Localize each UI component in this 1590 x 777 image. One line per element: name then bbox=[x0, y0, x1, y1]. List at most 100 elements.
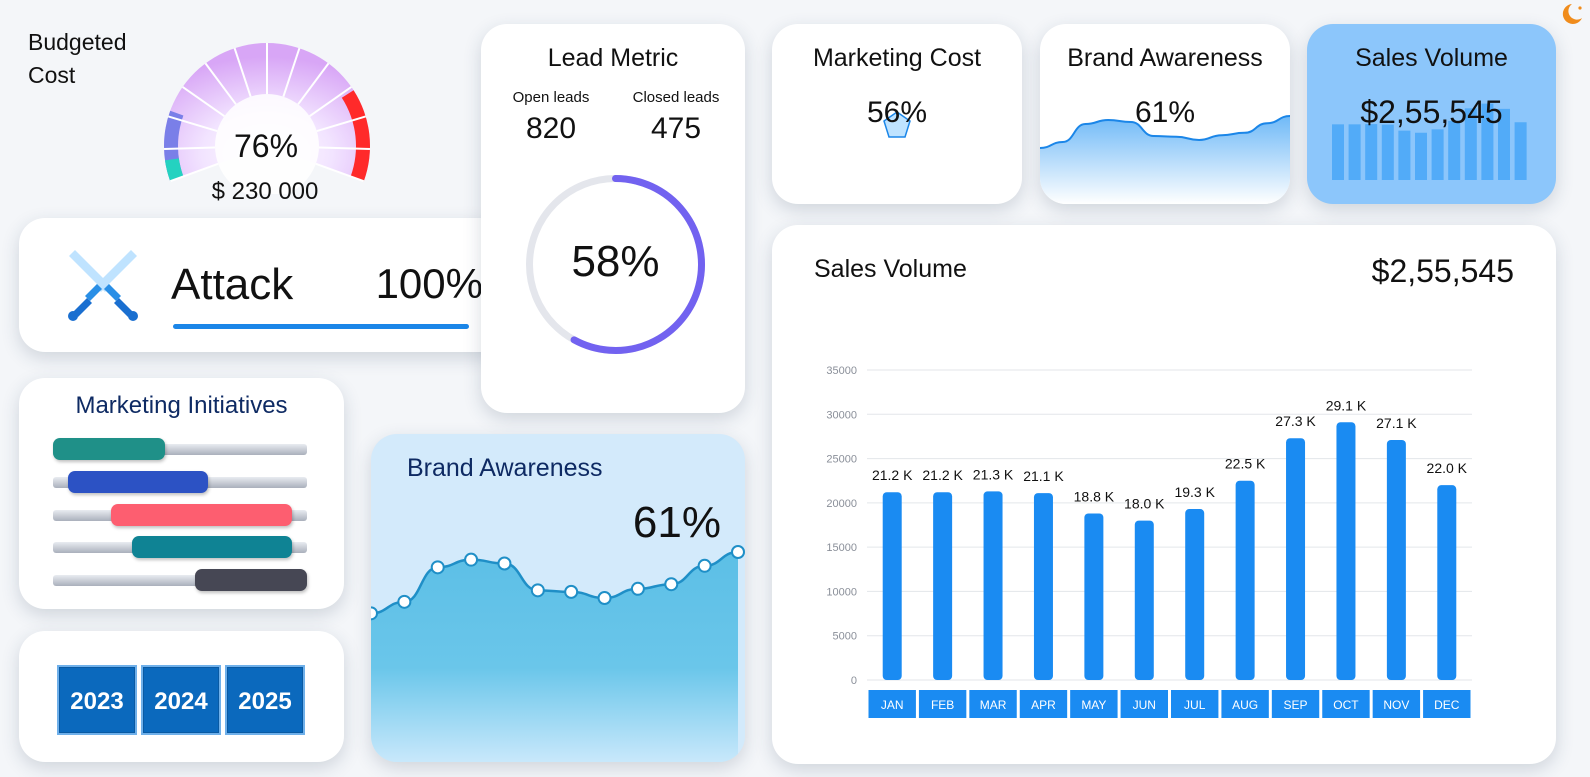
bar-data-label: 27.1 K bbox=[1376, 415, 1417, 431]
initiative-bar bbox=[195, 569, 307, 591]
area-point bbox=[464, 552, 479, 567]
area-fill bbox=[371, 552, 738, 762]
bar-data-label: 27.3 K bbox=[1275, 413, 1316, 429]
bar bbox=[1286, 438, 1306, 680]
area-point bbox=[397, 594, 412, 609]
brand-awareness-kpi-card: Brand Awareness 61% bbox=[1040, 24, 1290, 204]
sales-volume-kpi-title: Sales Volume bbox=[1355, 44, 1508, 72]
y-tick-label: 25000 bbox=[826, 454, 857, 466]
budget-percent: 76% bbox=[233, 128, 299, 164]
marketing-initiatives-title: Marketing Initiatives bbox=[75, 392, 288, 419]
crossed-swords-icon bbox=[68, 250, 138, 321]
mini-bar bbox=[1381, 124, 1394, 180]
bar-data-label: 21.2 K bbox=[872, 467, 913, 483]
bar-data-label: 22.0 K bbox=[1427, 460, 1468, 476]
area-point bbox=[597, 591, 612, 605]
year-button-2023[interactable]: 2023 bbox=[57, 665, 137, 735]
budget-gauge bbox=[164, 43, 370, 194]
bar-data-label: 18.0 K bbox=[1124, 496, 1165, 512]
x-tick-label: OCT bbox=[1333, 698, 1359, 712]
area-point bbox=[630, 581, 645, 596]
area-point bbox=[564, 584, 579, 599]
year-button-2024[interactable]: 2024 bbox=[141, 665, 221, 735]
moon-icon[interactable] bbox=[1558, 0, 1586, 28]
marketing-initiatives-card: Marketing Initiatives bbox=[19, 378, 344, 609]
y-tick-label: 30000 bbox=[826, 409, 857, 421]
mini-bar bbox=[1365, 124, 1378, 180]
sales-volume-kpi-value: $2,55,545 bbox=[1360, 94, 1503, 130]
area-point bbox=[530, 583, 545, 598]
x-tick-label: DEC bbox=[1434, 698, 1460, 712]
x-tick-label: MAY bbox=[1081, 698, 1106, 712]
sales-volume-value: $2,55,545 bbox=[1371, 253, 1514, 289]
year-button-2025[interactable]: 2025 bbox=[225, 665, 305, 735]
area-point bbox=[731, 545, 745, 559]
area-point bbox=[430, 560, 445, 575]
brand-awareness-area-chart bbox=[371, 545, 745, 762]
budget-amount: $ 230 000 bbox=[211, 178, 319, 205]
bar-data-label: 18.8 K bbox=[1074, 488, 1115, 504]
mini-bar bbox=[1332, 124, 1344, 180]
sales-volume-title: Sales Volume bbox=[814, 255, 967, 283]
attack-card: Attack 100% bbox=[19, 218, 508, 352]
brand-awareness-card: Brand Awareness 61% bbox=[371, 434, 745, 762]
x-tick-label: MAR bbox=[980, 698, 1007, 712]
marketing-cost-title: Marketing Cost bbox=[812, 44, 982, 72]
x-tick-label: NOV bbox=[1383, 698, 1409, 712]
y-tick-label: 35000 bbox=[826, 365, 857, 377]
sales-volume-card: 0 5000 10000 15000 20000 25000 30000 35000 21.2 … bbox=[772, 225, 1556, 764]
x-tick-label: JAN bbox=[881, 698, 904, 712]
budget-title: Budgeted Cost bbox=[28, 29, 127, 88]
x-tick-label: APR bbox=[1031, 698, 1056, 712]
y-tick-label: 0 bbox=[851, 675, 857, 687]
bar bbox=[1235, 480, 1255, 680]
lead-metric-title: Lead Metric bbox=[547, 44, 679, 72]
lead-metric-card: Lead Metric Open leads Closed leads 820 … bbox=[481, 24, 745, 413]
x-tick-label: JUL bbox=[1184, 698, 1206, 712]
initiative-bar bbox=[111, 504, 292, 526]
open-leads-value: 820 bbox=[525, 112, 577, 145]
bar bbox=[882, 492, 902, 680]
y-tick-label: 5000 bbox=[833, 631, 857, 643]
closed-leads-label: Closed leads bbox=[632, 89, 720, 106]
bar-data-label: 21.2 K bbox=[922, 467, 963, 483]
bar-data-label: 21.1 K bbox=[1023, 468, 1064, 484]
x-tick-label: SEP bbox=[1284, 698, 1308, 712]
brand-awareness-kpi-title: Brand Awareness bbox=[1067, 44, 1263, 72]
bar bbox=[1185, 509, 1205, 680]
bar-data-label: 29.1 K bbox=[1326, 397, 1367, 413]
x-tick-label: JUN bbox=[1133, 698, 1156, 712]
initiative-bar bbox=[131, 536, 292, 558]
bar bbox=[983, 491, 1003, 680]
x-tick-label: FEB bbox=[931, 698, 954, 712]
brand-awareness-value: 61% bbox=[632, 498, 721, 547]
lead-percent: 58% bbox=[571, 237, 660, 286]
brand-awareness-kpi-value: 61% bbox=[1134, 96, 1196, 129]
attack-label: Attack bbox=[171, 260, 294, 309]
bar bbox=[1437, 485, 1457, 680]
marketing-cost-card: Marketing Cost 56% bbox=[772, 24, 1022, 204]
bar-data-label: 21.3 K bbox=[973, 466, 1014, 482]
y-tick-label: 20000 bbox=[826, 498, 857, 510]
sales-volume-kpi-card: Sales Volume $2,55,545 bbox=[1307, 24, 1556, 204]
mini-bar bbox=[1348, 124, 1361, 180]
year-selector-card: 2023 2024 2025 bbox=[19, 631, 344, 762]
area-point bbox=[497, 556, 512, 571]
area-point bbox=[664, 577, 679, 592]
bar bbox=[1386, 439, 1406, 680]
marketing-cost-value: 56% bbox=[866, 96, 928, 129]
y-tick-label: 15000 bbox=[826, 542, 857, 554]
bar bbox=[933, 492, 953, 680]
open-leads-label: Open leads bbox=[512, 89, 590, 106]
bar bbox=[1084, 513, 1104, 680]
mini-bar bbox=[1431, 129, 1444, 180]
closed-leads-value: 475 bbox=[650, 112, 702, 145]
mini-bar bbox=[1415, 132, 1427, 180]
x-tick-label: AUG bbox=[1232, 698, 1258, 712]
initiative-bar bbox=[68, 471, 208, 493]
sales-volume-bar-chart: 0 5000 10000 15000 20000 25000 30000 35000 21.2 … bbox=[826, 365, 1472, 718]
area-point bbox=[697, 558, 712, 573]
bar-data-label: 22.5 K bbox=[1225, 456, 1266, 472]
initiative-bar bbox=[53, 438, 165, 460]
area-point bbox=[371, 606, 378, 621]
